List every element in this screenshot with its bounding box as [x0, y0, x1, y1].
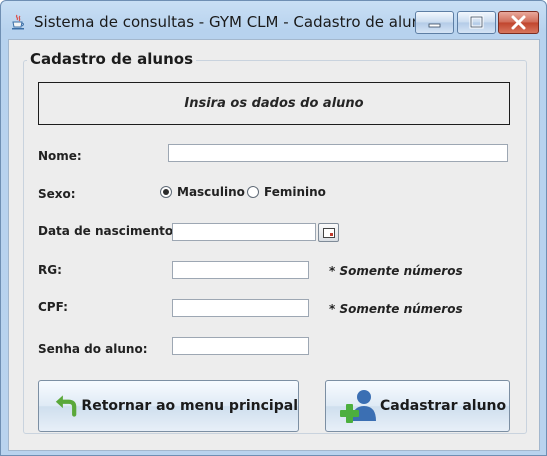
sex-radio-male[interactable]: Masculino: [160, 185, 245, 199]
add-user-icon: [340, 390, 376, 423]
name-input[interactable]: [168, 144, 508, 162]
calendar-button[interactable]: [318, 223, 339, 242]
name-label: Nome:: [38, 149, 82, 163]
sex-option-female-label: Feminino: [264, 185, 326, 199]
rg-input[interactable]: [172, 261, 309, 279]
sex-radio-female[interactable]: Feminino: [247, 185, 326, 199]
rg-label: RG:: [38, 263, 62, 277]
form-panel: Cadastro de alunos Insira os dados do al…: [8, 39, 540, 451]
maximize-button[interactable]: [457, 11, 496, 34]
instruction-header: Insira os dados do aluno: [38, 82, 510, 125]
sex-option-male-label: Masculino: [177, 185, 245, 199]
rg-note: * Somente números: [329, 264, 463, 278]
password-label: Senha do aluno:: [38, 342, 148, 356]
return-arrow-icon: [55, 395, 77, 417]
window-title: Sistema de consultas - GYM CLM - Cadastr…: [34, 13, 439, 31]
title-bar[interactable]: Sistema de consultas - GYM CLM - Cadastr…: [1, 1, 546, 39]
back-button-label: Retornar ao menu principal: [81, 398, 298, 414]
maximize-icon: [469, 15, 484, 29]
cpf-label: CPF:: [38, 300, 68, 314]
group-title: Cadastro de alunos: [27, 50, 197, 68]
birth-date-label: Data de nascimento:: [38, 224, 178, 238]
sex-label: Sexo:: [38, 187, 76, 201]
minimize-button[interactable]: [415, 11, 454, 34]
close-button[interactable]: [498, 11, 539, 34]
minimize-icon: [428, 23, 441, 28]
back-to-menu-button[interactable]: Retornar ao menu principal: [38, 380, 299, 432]
cpf-input[interactable]: [172, 299, 309, 317]
radio-unselected-icon: [247, 186, 259, 198]
close-icon: [511, 15, 526, 30]
java-cup-icon: [12, 14, 24, 30]
register-student-button[interactable]: Cadastrar aluno: [325, 380, 510, 432]
calendar-icon: [323, 228, 335, 238]
cpf-note: * Somente números: [329, 302, 463, 316]
radio-selected-icon: [160, 186, 172, 198]
birth-date-input[interactable]: [172, 223, 316, 241]
app-window: Sistema de consultas - GYM CLM - Cadastr…: [0, 0, 547, 456]
password-input[interactable]: [172, 337, 309, 355]
register-button-label: Cadastrar aluno: [380, 398, 507, 414]
